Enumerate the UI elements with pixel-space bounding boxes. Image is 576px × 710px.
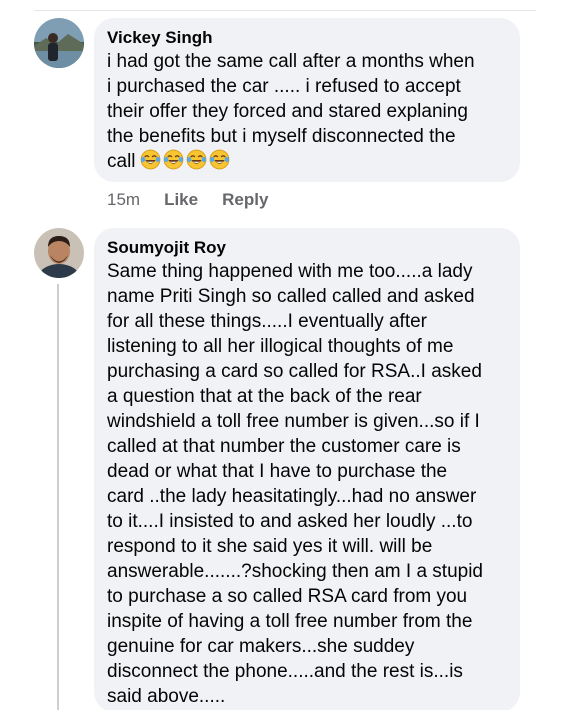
- comment-text: Same thing happened with me too.....a la…: [107, 261, 483, 707]
- reply-thread-line: [57, 284, 59, 710]
- tears-of-joy-icon: [186, 149, 206, 170]
- emoji-group: [140, 149, 230, 170]
- comment-author[interactable]: Soumyojit Roy: [107, 237, 507, 259]
- avatar-soumyojit-roy[interactable]: [34, 228, 84, 278]
- tears-of-joy-icon: [163, 149, 183, 170]
- top-divider: [34, 10, 536, 11]
- like-button[interactable]: Like: [164, 189, 198, 211]
- comment-timestamp[interactable]: 15m: [107, 189, 140, 211]
- avatar-vickey-singh[interactable]: [34, 18, 84, 68]
- tears-of-joy-icon: [209, 149, 229, 170]
- comment-bubble: Soumyojit Roy Same thing happened with m…: [94, 228, 520, 710]
- comment-author[interactable]: Vickey Singh: [107, 27, 507, 49]
- tears-of-joy-icon: [140, 149, 160, 170]
- reply-button[interactable]: Reply: [222, 189, 268, 211]
- comment-actions: 15m Like Reply: [107, 189, 268, 211]
- comment-text: i had got the same call after a months w…: [107, 51, 475, 172]
- comment-bubble: Vickey Singh i had got the same call aft…: [94, 18, 520, 182]
